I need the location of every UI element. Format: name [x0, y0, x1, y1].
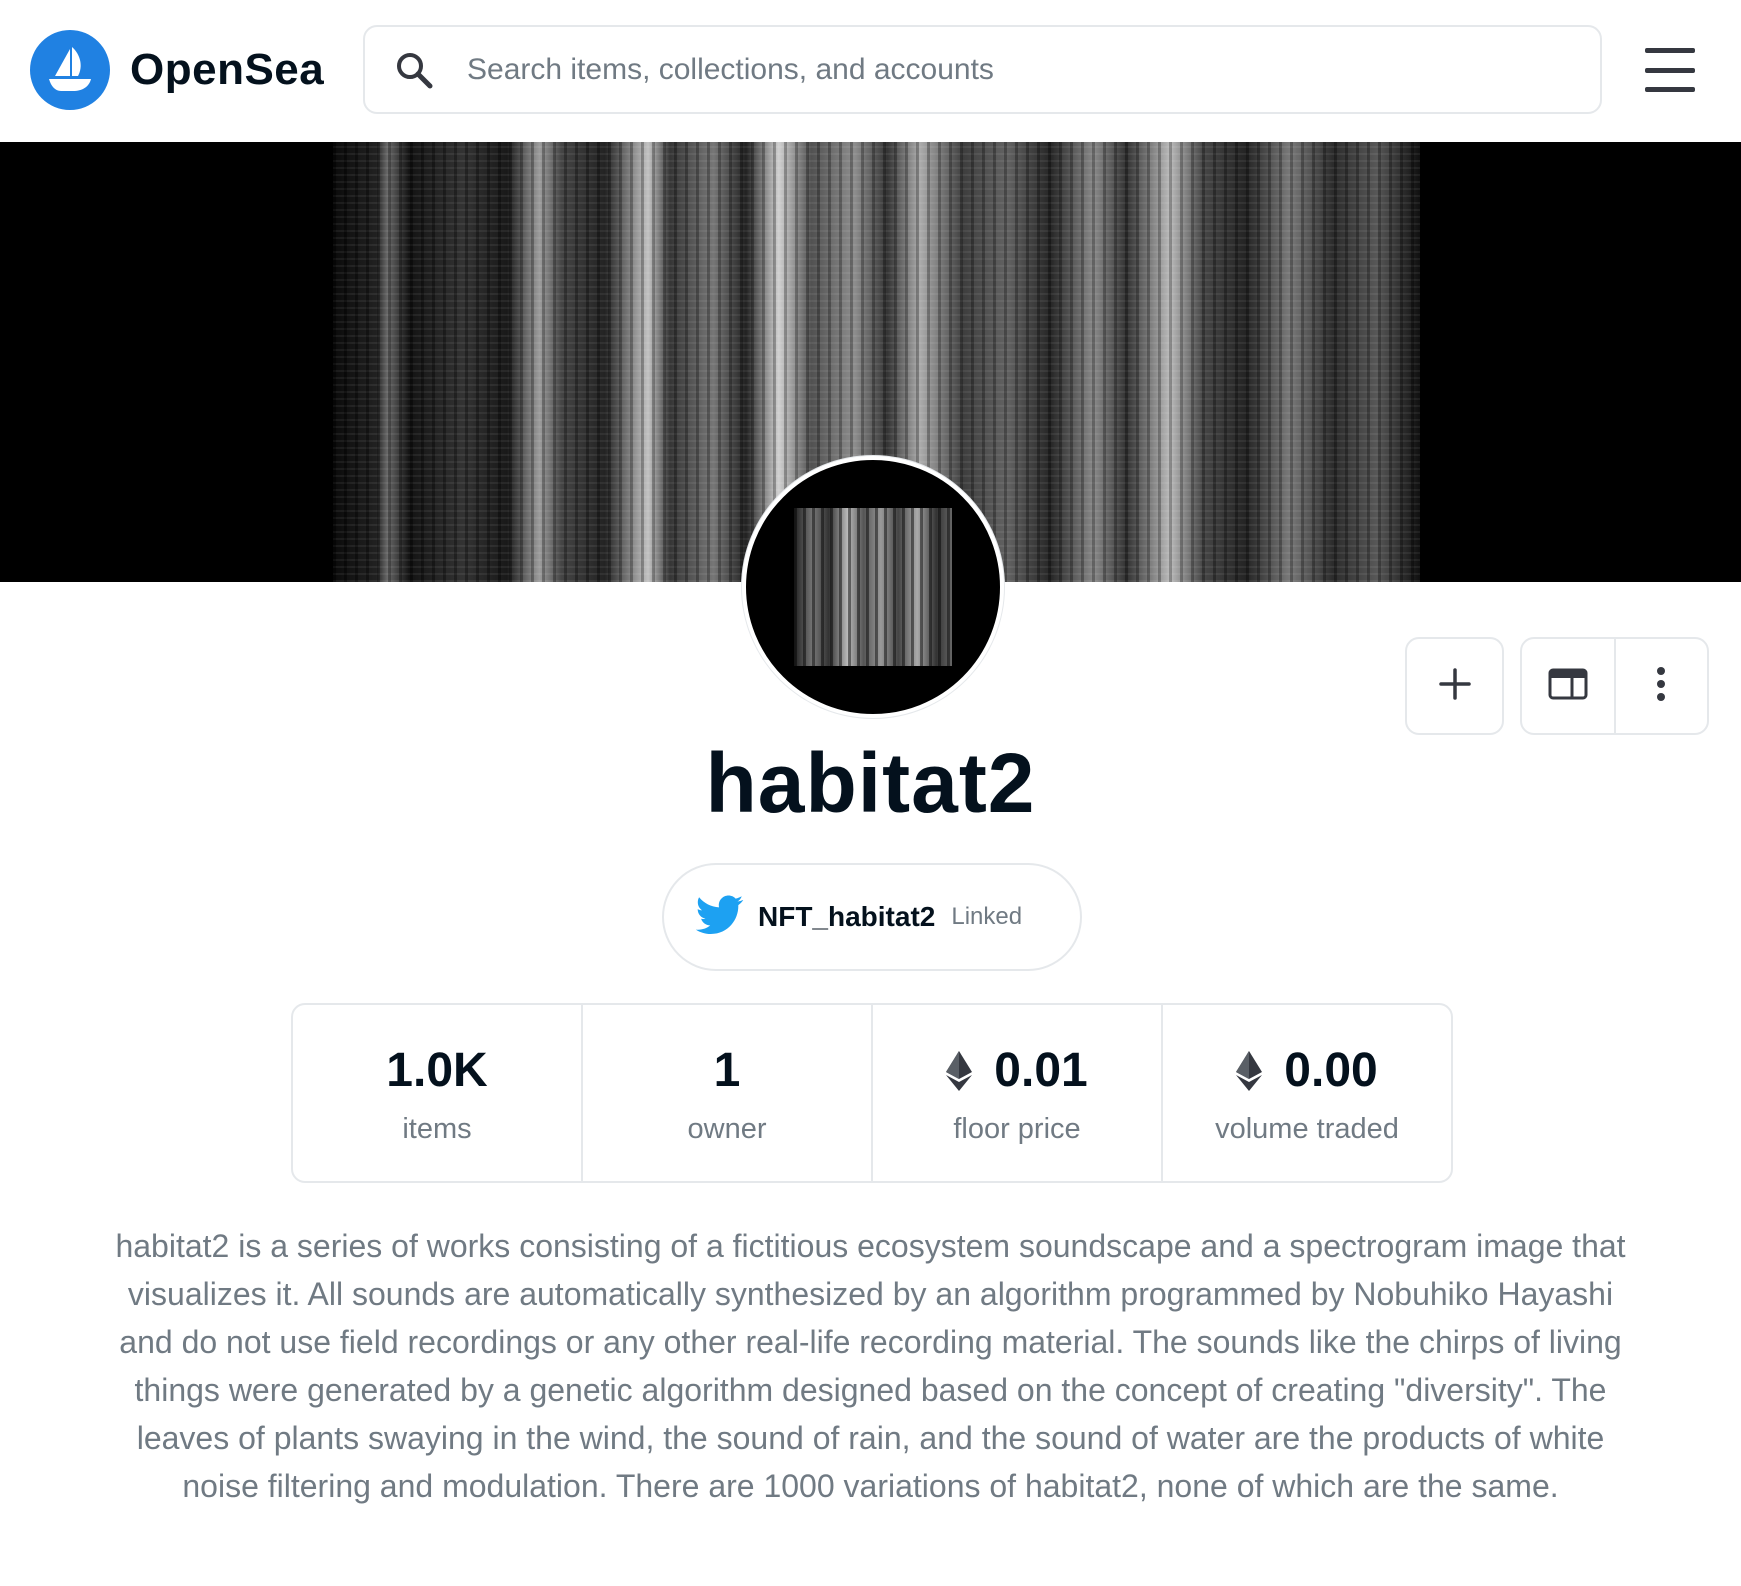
hamburger-menu-icon[interactable]: [1645, 48, 1701, 92]
stat-items[interactable]: 1.0K items: [293, 1005, 581, 1181]
avatar-spectrogram-image: [794, 508, 952, 666]
stat-number: 0.00: [1284, 1044, 1378, 1097]
stat-value: 1.0K: [386, 1041, 487, 1101]
website-button[interactable]: [1522, 639, 1614, 733]
stat-floor-price[interactable]: 0.01 floor price: [871, 1005, 1161, 1181]
stat-number: 0.01: [994, 1044, 1088, 1097]
ethereum-icon: [946, 1050, 973, 1091]
collection-description: habitat2 is a series of works consisting…: [115, 1228, 1626, 1504]
twitter-link[interactable]: NFT_habitat2 Linked: [662, 863, 1082, 971]
search-bar[interactable]: [363, 25, 1602, 114]
collection-title: habitat2: [705, 736, 1036, 830]
opensea-ship-icon: [30, 30, 110, 110]
opensea-logo-link[interactable]: OpenSea: [30, 30, 324, 110]
twitter-linked-status: Linked: [951, 903, 1023, 930]
search-input[interactable]: [465, 51, 1465, 88]
search-icon: [393, 49, 435, 91]
stat-number: 1: [713, 1044, 741, 1097]
collection-stats: 1.0K items 1 owner 0.01 floor price 0.00…: [291, 1003, 1453, 1183]
menu-line: [1645, 67, 1695, 73]
plus-icon: [1438, 667, 1472, 706]
more-options-button[interactable]: [1613, 639, 1708, 733]
opensea-wordmark: OpenSea: [130, 45, 325, 94]
collection-actions-group: [1520, 637, 1709, 735]
stat-number: 1.0K: [386, 1044, 488, 1097]
stat-value: 0.01: [946, 1041, 1088, 1101]
menu-line: [1645, 87, 1695, 92]
stat-value: 1: [714, 1041, 741, 1101]
stat-label: owner: [687, 1112, 767, 1145]
twitter-bird-icon: [695, 895, 744, 940]
twitter-handle: NFT_habitat2: [758, 901, 936, 932]
ethereum-icon: [1236, 1050, 1263, 1091]
stat-label: volume traded: [1215, 1112, 1399, 1145]
add-button[interactable]: [1405, 637, 1504, 735]
browser-window-icon: [1548, 668, 1588, 705]
stat-owners[interactable]: 1 owner: [581, 1005, 871, 1181]
more-vertical-icon: [1655, 666, 1667, 707]
stat-label: floor price: [953, 1112, 1081, 1145]
top-navbar: OpenSea: [0, 0, 1741, 142]
stat-volume-traded[interactable]: 0.00 volume traded: [1161, 1005, 1451, 1181]
stat-value: 0.00: [1236, 1041, 1378, 1101]
stat-label: items: [402, 1112, 472, 1145]
menu-line: [1645, 48, 1695, 53]
collection-avatar: [742, 456, 1004, 718]
